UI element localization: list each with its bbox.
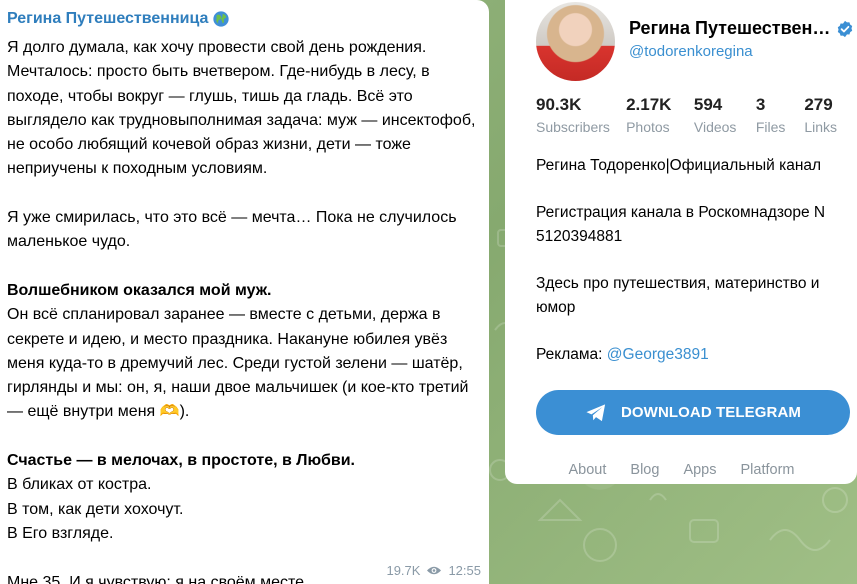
footer-link-apps[interactable]: Apps (683, 462, 716, 478)
message-line: Я долго думала, как хочу провести свой д… (7, 39, 427, 56)
message-author[interactable]: Регина Путешественница (7, 10, 481, 28)
stat-label: Subscribers (536, 119, 610, 135)
channel-card: Регина Путешествен… @todorenkoregina 90.… (505, 0, 857, 484)
stat-photos: 2.17K Photos (626, 94, 694, 136)
stat-label: Files (755, 119, 786, 135)
channel-handle[interactable]: @todorenkoregina (629, 43, 854, 60)
message-heading: Волшебником оказался мой муж. (7, 281, 272, 299)
ad-line: Реклама: @George3891 (536, 343, 837, 367)
message-line: — ещё внутри меня 🫶). (7, 403, 190, 421)
message-line: неприучены к походным условиям. (7, 160, 268, 178)
footer-links: About Blog Apps Platform (536, 462, 837, 478)
stat-value: 3 (755, 95, 766, 114)
ad-link[interactable]: @George3891 (607, 346, 709, 363)
message-text: Я долго думала, как хочу провести свой д… (7, 36, 481, 584)
message-line: В Его взгляде. (7, 524, 114, 542)
stat-subscribers: 90.3K Subscribers (536, 94, 626, 136)
download-telegram-button[interactable]: DOWNLOAD TELEGRAM (536, 390, 850, 435)
verified-icon (838, 20, 853, 37)
stat-label: Links (804, 119, 837, 135)
message-line: гирлянды и мы: он, я, наши двое мальчише… (7, 379, 469, 397)
channel-header: Регина Путешествен… @todorenkoregina (536, 0, 853, 90)
message-line: секрете и идею, и место праздника. Накан… (7, 330, 448, 348)
globe-icon (213, 11, 230, 27)
footer-link-blog[interactable]: Blog (630, 462, 659, 478)
message-line: не особо любящий кочевой образ жизни, де… (7, 136, 411, 154)
channel-name: Регина Путешествен… (629, 18, 854, 39)
message-line: Я уже смирилась, что это всё — мечта… По… (7, 209, 457, 227)
footer-link-platform[interactable]: Platform (741, 462, 795, 478)
stat-files: 3 Files (756, 94, 804, 136)
description-line: Регина Тодоренко|Официальный канал (536, 157, 822, 174)
message-line: В том, как дети хохочут. (7, 500, 184, 518)
message-card: Регина Путешественница Я долго думала, к… (0, 0, 489, 584)
views-count: 19.7K (386, 563, 421, 578)
stat-videos: 594 Videos (694, 94, 756, 136)
message-line: В бликах от костра. (7, 476, 152, 494)
download-telegram-label: DOWNLOAD TELEGRAM (620, 404, 801, 421)
channel-stats: 90.3K Subscribers 2.17K Photos 594 Video… (536, 94, 837, 136)
channel-avatar[interactable] (536, 1, 615, 81)
message-line: выглядело как трудновыполнимая задача: м… (7, 111, 476, 129)
message-meta: 19.7K 12:55 (386, 563, 481, 578)
message-heading: Счастье — в мелочах, в простоте, в Любви… (7, 452, 355, 470)
message-line: маленькое чудо. (7, 233, 131, 251)
stat-label: Videos (693, 119, 737, 135)
stat-value: 90.3K (536, 95, 582, 114)
message-line: меня куда-то в дремучий лес. Среди густо… (7, 354, 463, 372)
message-time: 12:55 (448, 563, 481, 578)
stat-value: 279 (804, 95, 833, 114)
footer-link-about[interactable]: About (569, 462, 607, 478)
message-author-name[interactable]: Регина Путешественница (7, 10, 208, 28)
stat-label: Photos (626, 119, 670, 135)
message-line: походе, чтобы вокруг — глушь, тишь да гл… (7, 87, 413, 105)
message-line: Мечталось: просто быть вчетвером. Где-ни… (7, 63, 430, 81)
channel-description: Регина Тодоренко|Официальный канал Регис… (536, 154, 837, 367)
channel-title-block: Регина Путешествен… @todorenkoregina (629, 18, 854, 60)
stat-value: 2.17K (626, 95, 672, 114)
stat-links: 279 Links (804, 94, 837, 136)
ad-label: Реклама: (536, 346, 607, 363)
description-line: Регистрация канала в Роскомнадзоре N 512… (536, 204, 826, 245)
message-line: Он всё спланировал заранее — вместе с де… (7, 306, 441, 324)
description-line: Здесь про путешествия, материнство и юмо… (536, 275, 820, 316)
channel-name-text: Регина Путешествен… (629, 18, 831, 38)
eye-icon (427, 566, 442, 575)
paper-plane-icon (586, 403, 606, 421)
stat-value: 594 (693, 95, 723, 114)
